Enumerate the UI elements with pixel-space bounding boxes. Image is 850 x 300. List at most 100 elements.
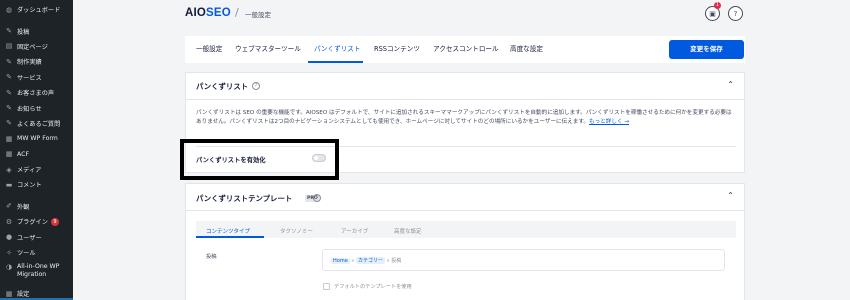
- sidebar-item-dashboard[interactable]: ◍ ダッシュボード: [0, 2, 73, 17]
- active-tab-indicator: [308, 61, 363, 63]
- sidebar-item-comments[interactable]: ▬ コメント: [0, 177, 73, 192]
- media-icon: ◈: [6, 165, 12, 174]
- help-icon[interactable]: ?: [252, 82, 260, 90]
- pin-icon: ✎: [6, 119, 12, 128]
- template-preview-field[interactable]: Home » カテゴリー » 投稿: [322, 249, 725, 271]
- appearance-icon: ✐: [6, 202, 12, 211]
- sidebar-item-pages[interactable]: ▤ 固定ページ: [0, 39, 73, 54]
- sidebar-item-label: メディア: [17, 167, 42, 175]
- logo-text: AIO: [185, 7, 207, 19]
- sidebar-item-label: お客さまの声: [17, 90, 55, 98]
- card-title: パンくずリストテンプレート: [196, 194, 293, 203]
- card-header[interactable]: パンくずリスト ? ⌃: [186, 73, 744, 100]
- tab-advanced[interactable]: 高度な設定: [510, 36, 543, 63]
- aioseo-header: AIOSEO / 一般設定 ▣ 1 ?: [73, 0, 850, 28]
- dashboard-icon: ◍: [5, 5, 13, 14]
- sub-tab-taxonomies[interactable]: タクソノミー: [280, 227, 313, 235]
- sidebar-item-label: 固定ページ: [17, 43, 48, 51]
- sidebar-item-label: 制作実績: [17, 59, 42, 67]
- sidebar-item-tools[interactable]: ✧ ツール: [0, 245, 73, 260]
- plugin-icon: ⚙: [5, 217, 13, 226]
- sub-tab-archives[interactable]: アーカイブ: [341, 227, 368, 235]
- active-sub-tab-indicator: [196, 236, 264, 238]
- breadcrumb-templates-card: パンくずリストテンプレート PRO ? ⌃ コンテンツタイプ タクソノミー アー…: [185, 183, 745, 300]
- sidebar-item-label: よくあるご質問: [17, 120, 61, 128]
- help-icon[interactable]: ?: [313, 194, 321, 202]
- tool-icon: ✧: [6, 248, 12, 257]
- settings-tab-bar: 一般設定 ウェブマスターツール パンくずリスト RSSコンテンツ アクセスコント…: [185, 36, 745, 63]
- pin-icon: ✎: [6, 27, 12, 36]
- sidebar-item-label: サービス: [17, 74, 42, 82]
- tab-breadcrumbs[interactable]: パンくずリスト: [314, 36, 361, 63]
- breadcrumb-separator: /: [235, 6, 239, 19]
- pin-icon: ✎: [6, 104, 12, 113]
- sidebar-item-label: ツール: [17, 250, 36, 258]
- pin-icon: ✎: [6, 73, 12, 82]
- sidebar-item-label: ACF: [17, 150, 30, 158]
- sub-tab-advanced[interactable]: 高度な設定: [394, 227, 422, 235]
- sidebar-item-all-in-one-wp-migration[interactable]: ◑ All-in-One WP Migration: [0, 260, 73, 286]
- card-description: パンくずリストは SEO の重要な機能です。AIOSEO はデフォルトで、サイト…: [196, 109, 736, 128]
- help-button[interactable]: ?: [728, 6, 743, 21]
- sidebar-item-testimonials[interactable]: ✎ お客さまの声: [0, 85, 73, 100]
- chevron-up-icon[interactable]: ⌃: [727, 191, 734, 200]
- help-icon: ?: [733, 9, 738, 18]
- wp-admin-sidebar: ◍ ダッシュボード ✎ 投稿 ▤ 固定ページ ✎ 制作実績 ✎ サービス ✎ お客さまの声 …: [0, 0, 73, 300]
- form-icon: ▦: [5, 134, 13, 143]
- sidebar-item-services[interactable]: ✎ サービス: [0, 70, 73, 85]
- pin-icon: ✎: [6, 57, 12, 66]
- sidebar-item-label: 外観: [17, 203, 30, 211]
- sidebar-item-label: All-in-One WP Migration: [17, 263, 60, 279]
- sidebar-item-appearance[interactable]: ✐ 外観: [0, 199, 73, 214]
- chevron-up-icon[interactable]: ⌃: [727, 80, 734, 89]
- sub-tab-content-types[interactable]: コンテンツタイプ: [206, 227, 250, 235]
- pin-icon: ✎: [6, 88, 12, 97]
- save-changes-button[interactable]: 変更を保存: [669, 40, 744, 59]
- sidebar-item-label: MW WP Form: [17, 135, 58, 143]
- inbox-icon: ▣: [709, 9, 716, 18]
- sidebar-item-posts[interactable]: ✎ 投稿: [0, 23, 73, 38]
- sidebar-item-label: ユーザー: [17, 234, 42, 242]
- update-count-badge: 9: [50, 217, 59, 226]
- sidebar-item-label: 投稿: [17, 28, 30, 36]
- acf-icon: ▦: [5, 150, 13, 159]
- sidebar-item-plugins[interactable]: ⚙ プラグイン 9: [0, 214, 73, 229]
- sidebar-item-label: お知らせ: [17, 105, 42, 113]
- tab-general-settings[interactable]: 一般設定: [196, 36, 222, 63]
- card-title: パンくずリスト: [196, 82, 249, 91]
- use-default-template-checkbox[interactable]: [323, 283, 330, 290]
- aioseo-logo[interactable]: AIOSEO: [185, 7, 231, 19]
- sidebar-item-mw-wp-form[interactable]: ▦ MW WP Form: [0, 131, 73, 146]
- template-row-label: 投稿: [206, 254, 217, 260]
- crumb-separator: »: [351, 258, 355, 264]
- user-icon: ●: [5, 233, 13, 242]
- sidebar-item-faq[interactable]: ✎ よくあるご質問: [0, 116, 73, 131]
- sub-tab-bar: [196, 221, 736, 238]
- sidebar-item-works[interactable]: ✎ 制作実績: [0, 54, 73, 69]
- crumb-post: 投稿: [391, 258, 402, 264]
- template-preview: Home » カテゴリー » 投稿: [331, 257, 401, 264]
- sidebar-item-users[interactable]: ● ユーザー: [0, 229, 73, 244]
- description-text: パンくずリストは SEO の重要な機能です。AIOSEO はデフォルトで、サイト…: [196, 110, 732, 126]
- tab-webmaster-tools[interactable]: ウェブマスターツール: [235, 36, 301, 63]
- page-title: 一般設定: [245, 11, 271, 19]
- sidebar-item-news[interactable]: ✎ お知らせ: [0, 100, 73, 115]
- notification-count-badge: 1: [714, 2, 721, 9]
- tab-access-control[interactable]: アクセスコントロール: [433, 36, 499, 63]
- tag-category: カテゴリー: [356, 257, 386, 264]
- learn-more-link[interactable]: もっと詳しく →: [589, 119, 629, 125]
- card-header[interactable]: パンくずリストテンプレート PRO ? ⌃: [186, 184, 744, 211]
- sidebar-item-label: プラグイン: [17, 219, 48, 227]
- page-icon: ▤: [5, 42, 13, 51]
- use-default-template-label: デフォルトのテンプレートを使用: [334, 284, 412, 290]
- tag-home: Home: [331, 258, 350, 264]
- sidebar-item-label: ダッシュボード: [17, 7, 61, 15]
- sidebar-item-acf[interactable]: ▦ ACF: [0, 147, 73, 162]
- sidebar-item-media[interactable]: ◈ メディア: [0, 162, 73, 177]
- sidebar-item-label: コメント: [17, 182, 42, 190]
- logo-accent-text: SEO: [206, 7, 231, 19]
- comment-icon: ▬: [5, 180, 13, 189]
- settings-icon: ▦: [5, 289, 13, 298]
- tab-rss-content[interactable]: RSSコンテンツ: [374, 36, 420, 63]
- highlight-frame: [180, 139, 339, 180]
